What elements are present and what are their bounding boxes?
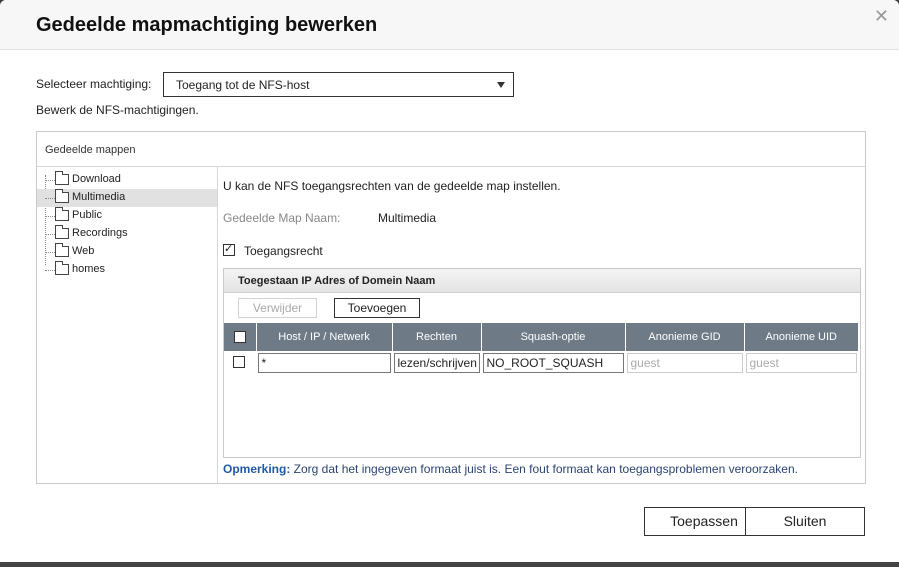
tree-item-download[interactable]: Download bbox=[37, 171, 217, 189]
dialog-header: Gedeelde mapmachtiging bewerken ✕ bbox=[0, 0, 899, 50]
allowed-hosts-title: Toegestaan IP Adres of Domein Naam bbox=[238, 275, 436, 287]
add-button[interactable]: Toevoegen bbox=[334, 298, 420, 318]
note-text: Zorg dat het ingegeven formaat juist is.… bbox=[290, 462, 798, 476]
tree-item-multimedia[interactable]: Multimedia bbox=[37, 189, 217, 207]
tree-item-public[interactable]: Public bbox=[37, 207, 217, 225]
tree-item-homes[interactable]: homes bbox=[37, 261, 217, 279]
tree-item-web[interactable]: Web bbox=[37, 243, 217, 261]
folder-icon bbox=[55, 225, 69, 239]
rights-select[interactable]: lezen/schrijven bbox=[393, 353, 480, 373]
allowed-hosts-header: Toegestaan IP Adres of Domein Naam bbox=[224, 269, 860, 293]
panel-title: Gedeelde mappen bbox=[45, 144, 136, 156]
permission-description: Bewerk de NFS-machtigingen. bbox=[36, 103, 199, 117]
folder-icon bbox=[55, 261, 69, 275]
squash-select[interactable]: NO_ROOT_SQUASH bbox=[482, 353, 624, 373]
table-header-row: Host / IP / Netwerk Rechten Squash-optie… bbox=[224, 323, 858, 351]
chevron-down-icon bbox=[497, 82, 505, 88]
permission-select[interactable]: Toegang tot de NFS-host bbox=[163, 72, 514, 97]
delete-button[interactable]: Verwijder bbox=[238, 298, 317, 318]
hosts-table: Host / IP / Netwerk Rechten Squash-optie… bbox=[224, 323, 859, 375]
folder-tree: Download Multimedia Public Recordings We bbox=[37, 167, 218, 483]
shared-folders-panel: Gedeelde mappen Download Multimedia Publ… bbox=[36, 131, 866, 484]
tree-item-label: homes bbox=[72, 263, 106, 275]
column-header-uid: Anonieme UID bbox=[744, 323, 858, 351]
column-header-host: Host / IP / Netwerk bbox=[256, 323, 393, 351]
folder-icon bbox=[55, 207, 69, 221]
background-strip bbox=[0, 562, 899, 567]
tree-item-label: Multimedia bbox=[72, 191, 126, 203]
folder-name-value: Multimedia bbox=[378, 211, 437, 225]
folder-icon bbox=[55, 189, 69, 203]
allowed-hosts-section: Toegestaan IP Adres of Domein Naam Verwi… bbox=[223, 268, 861, 458]
tree-item-label: Download bbox=[72, 173, 121, 185]
folder-icon bbox=[55, 243, 69, 257]
gid-input[interactable]: guest bbox=[626, 353, 743, 373]
tree-item-recordings[interactable]: Recordings bbox=[37, 225, 217, 243]
dialog-title: Gedeelde mapmachtiging bewerken bbox=[36, 14, 378, 36]
folder-name-label: Gedeelde Map Naam: bbox=[223, 211, 341, 225]
permission-label: Selecteer machtiging: bbox=[36, 77, 152, 91]
folder-icon bbox=[55, 171, 69, 185]
row-select-cell bbox=[224, 351, 257, 375]
access-right-label: Toegangsrecht bbox=[244, 244, 323, 258]
format-note: Opmerking: Zorg dat het ingegeven formaa… bbox=[223, 462, 798, 476]
panel-header: Gedeelde mappen bbox=[37, 132, 865, 167]
permission-select-value: Toegang tot de NFS-host bbox=[176, 78, 310, 92]
tree-item-label: Recordings bbox=[72, 227, 128, 239]
column-header-squash: Squash-optie bbox=[481, 323, 626, 351]
note-label: Opmerking: bbox=[223, 462, 291, 476]
column-header-rights: Rechten bbox=[392, 323, 482, 351]
allowed-hosts-toolbar: Verwijder Toevoegen bbox=[224, 293, 860, 322]
host-input[interactable]: * bbox=[257, 353, 391, 373]
row-select-checkbox[interactable] bbox=[233, 356, 245, 368]
access-right-checkbox[interactable] bbox=[223, 242, 235, 256]
tree-item-label: Web bbox=[72, 245, 95, 257]
close-icon[interactable]: ✕ bbox=[874, 6, 889, 27]
uid-input[interactable]: guest bbox=[745, 353, 857, 373]
tree-item-label: Public bbox=[72, 209, 102, 221]
table-row: * lezen/schrijven NO_ROOT_SQUASH guest g… bbox=[224, 351, 859, 375]
nfs-info-text: U kan de NFS toegangsrechten van de gede… bbox=[223, 179, 561, 193]
select-all-header bbox=[224, 323, 257, 351]
select-all-checkbox[interactable] bbox=[234, 331, 246, 343]
edit-permission-dialog: Gedeelde mapmachtiging bewerken ✕ Select… bbox=[0, 0, 899, 562]
close-button[interactable]: Sluiten bbox=[745, 507, 865, 536]
column-header-gid: Anonieme GID bbox=[625, 323, 745, 351]
